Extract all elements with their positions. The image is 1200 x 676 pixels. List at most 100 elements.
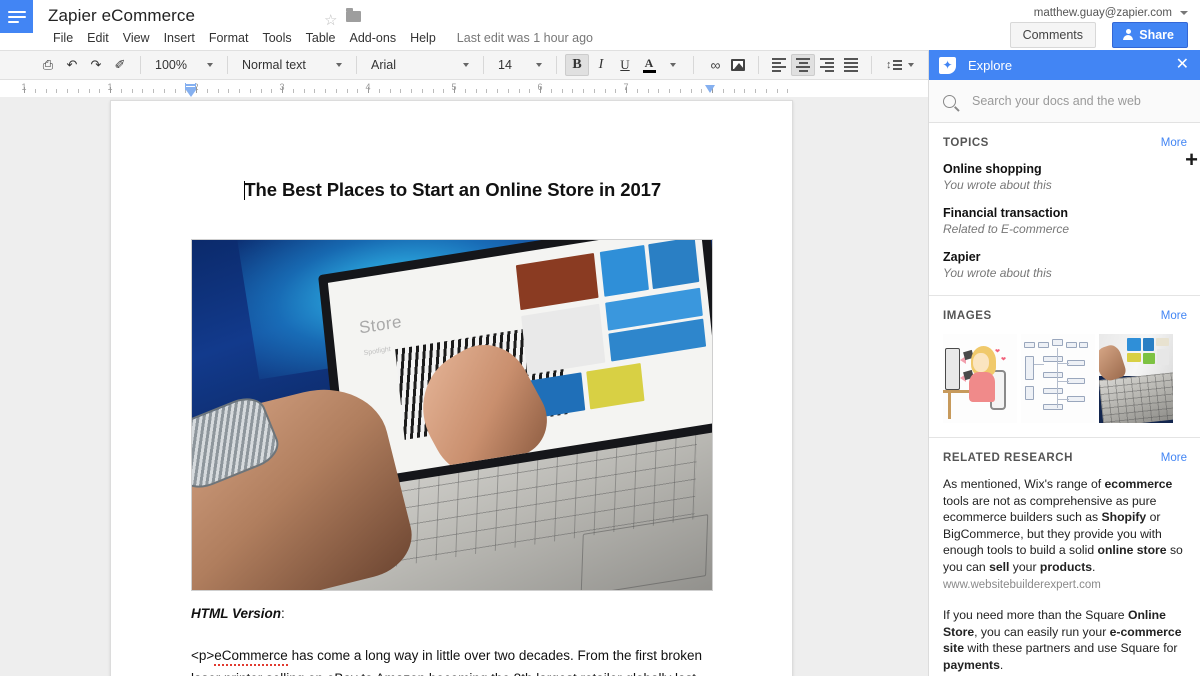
ruler-number: 1 (107, 82, 113, 92)
underline-button[interactable]: U (613, 54, 637, 76)
document-paragraph[interactable]: <p>eCommerce has come a long way in litt… (191, 644, 721, 676)
ruler-tick (271, 89, 273, 93)
document-heading[interactable]: The Best Places to Start an Online Store… (111, 179, 794, 201)
align-right-button[interactable] (815, 54, 839, 76)
ruler-tick (765, 89, 767, 93)
font-family-dropdown[interactable]: Arial (365, 54, 475, 76)
menu-item-addons[interactable]: Add-ons (343, 29, 404, 47)
comments-button[interactable]: Comments (1009, 22, 1096, 48)
misspelled-word[interactable]: eCommerce (214, 648, 288, 666)
ruler-tick (593, 89, 595, 93)
toolbar-divider (356, 56, 357, 74)
text-color-button[interactable]: A (637, 54, 661, 76)
ruler-tick (529, 89, 531, 93)
ruler-tick (658, 89, 660, 93)
research-item[interactable]: As mentioned, Wix's range of ecommerce t… (943, 476, 1187, 591)
research-url[interactable]: www.websitebuilderexpert.com (943, 579, 1187, 591)
insert-link-icon[interactable]: ∞ (702, 54, 726, 76)
left-indent-marker[interactable] (185, 81, 196, 97)
undo-icon[interactable]: ↶ (60, 54, 84, 76)
image-thumbnail-flowchart[interactable] (1021, 334, 1095, 423)
last-edit-status[interactable]: Last edit was 1 hour ago (457, 31, 593, 45)
menu-item-file[interactable]: File (46, 29, 80, 47)
insert-image-icon[interactable] (726, 54, 750, 76)
ruler-tick (174, 89, 176, 93)
title-bar: Zapier eCommerce ☆ File Edit View Insert… (0, 0, 1200, 50)
star-icon[interactable]: ☆ (324, 11, 337, 29)
paint-format-icon[interactable]: ✐ (108, 54, 132, 76)
italic-button[interactable]: I (589, 54, 613, 76)
menu-item-insert[interactable]: Insert (157, 29, 202, 47)
flow-step (1043, 372, 1063, 378)
line-spacing-icon: ↕ (886, 59, 902, 71)
thumb-tile (1156, 338, 1169, 346)
google-docs-logo[interactable] (0, 0, 33, 33)
ruler-tick (690, 89, 692, 93)
menu-item-edit[interactable]: Edit (80, 29, 116, 47)
line-spacing-dropdown[interactable]: ↕ (880, 54, 920, 76)
images-more-link[interactable]: More (1161, 310, 1187, 322)
account-chevron-down-icon[interactable] (1180, 11, 1188, 15)
research-snippet: If you need more than the Square Online … (943, 608, 1182, 672)
ruler-tick (389, 89, 391, 93)
print-icon[interactable]: ⎙ (36, 54, 60, 76)
menu-item-help[interactable]: Help (403, 29, 443, 47)
menu-item-tools[interactable]: Tools (255, 29, 298, 47)
explore-content[interactable]: TOPICS More Online shopping You wrote ab… (929, 123, 1200, 676)
align-justify-button[interactable] (839, 54, 863, 76)
close-icon[interactable]: ✕ (1174, 57, 1191, 73)
thumb-tile (1143, 338, 1154, 351)
images-title: IMAGES (943, 310, 992, 322)
bold-button[interactable]: B (565, 54, 589, 76)
right-indent-marker[interactable] (705, 85, 715, 93)
ruler-tick (507, 89, 509, 93)
flow-step (1043, 356, 1063, 362)
font-size-dropdown[interactable]: 14 (492, 54, 548, 76)
text-color-chevron[interactable] (661, 54, 685, 76)
menu-item-view[interactable]: View (116, 29, 157, 47)
ruler-tick (679, 89, 681, 93)
logo-line (7, 10, 26, 13)
document-image[interactable]: Store Spotlight (191, 239, 713, 591)
document-page[interactable]: The Best Places to Start an Online Store… (110, 100, 793, 676)
monitor-shape (945, 348, 960, 390)
align-left-button[interactable] (767, 54, 791, 76)
document-title[interactable]: Zapier eCommerce (48, 6, 195, 26)
redo-icon[interactable]: ↷ (84, 54, 108, 76)
topic-item[interactable]: Financial transaction Related to E-comme… (943, 205, 1187, 237)
flow-step (1067, 360, 1085, 366)
document-canvas[interactable]: The Best Places to Start an Online Store… (0, 97, 930, 676)
chevron-down-icon (207, 63, 213, 67)
image-thumbnail-laptop[interactable] (1099, 334, 1173, 423)
menu-item-table[interactable]: Table (299, 29, 343, 47)
tile-new-selections (647, 240, 700, 290)
topics-more-link[interactable]: More (1161, 137, 1187, 149)
account-email[interactable]: matthew.guay@zapier.com (1034, 7, 1172, 19)
ruler-tick (701, 89, 703, 93)
store-label: Store (358, 311, 403, 337)
research-more-link[interactable]: More (1161, 452, 1187, 464)
zoom-dropdown[interactable]: 100% (149, 54, 219, 76)
paragraph-style-dropdown[interactable]: Normal text (236, 54, 348, 76)
logo-line (7, 20, 19, 23)
ruler-tick (120, 89, 122, 93)
explore-search-bar[interactable] (929, 80, 1200, 123)
topic-item[interactable]: Online shopping You wrote about this (943, 161, 1187, 193)
html-version-label[interactable]: HTML Version: (191, 606, 285, 621)
align-center-button[interactable] (791, 54, 815, 76)
ruler-number: 4 (365, 82, 371, 92)
research-item[interactable]: If you need more than the Square Online … (943, 607, 1187, 676)
menu-item-format[interactable]: Format (202, 29, 256, 47)
ruler-tick (142, 89, 144, 93)
image-thumbnail-illustration[interactable]: ❤ ❤ (943, 334, 1017, 423)
ruler-tick (497, 89, 498, 93)
move-to-folder-icon[interactable] (346, 8, 361, 22)
body-shape (969, 372, 995, 402)
ruler-tick (88, 89, 90, 93)
topic-item[interactable]: Zapier You wrote about this (943, 249, 1187, 281)
add-image-plus-icon[interactable]: + (1185, 149, 1198, 171)
horizontal-ruler[interactable]: 11234567 (0, 80, 930, 97)
search-input[interactable] (970, 93, 1187, 109)
share-button[interactable]: Share (1112, 22, 1188, 48)
topic-subtitle: You wrote about this (943, 178, 1052, 192)
